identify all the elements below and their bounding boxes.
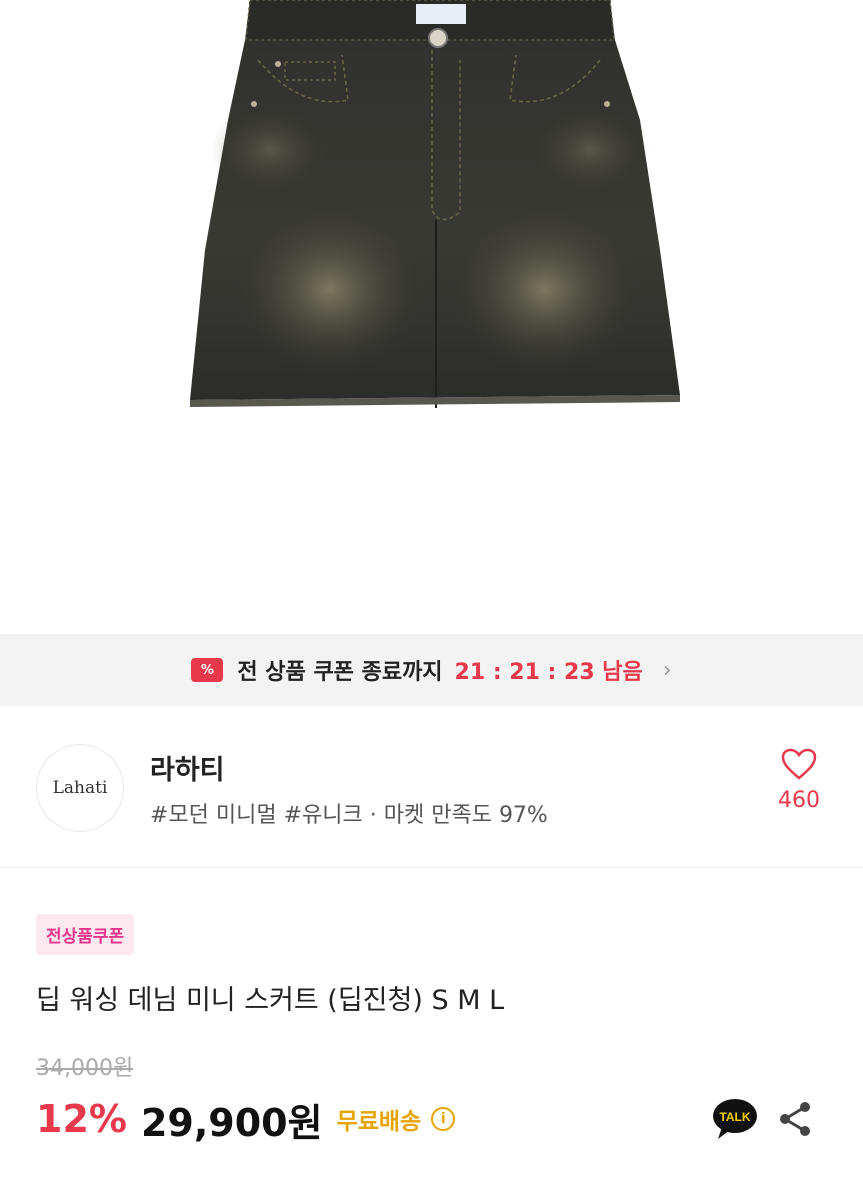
chevron-right-icon: ›: [662, 657, 672, 683]
info-icon[interactable]: i: [431, 1107, 456, 1131]
store-logo[interactable]: Lahati: [36, 744, 124, 832]
store-tags: #모던 미니멀 #유니크 · 마켓 만족도 97%: [150, 803, 548, 828]
store-logo-text: Lahati: [52, 778, 108, 798]
denim-skirt-illustration: [190, 0, 680, 408]
talk-label: TALK: [719, 1110, 750, 1124]
talk-bubble-icon: TALK: [713, 1099, 757, 1139]
like-count: 460: [778, 788, 820, 813]
coupon-badge: 전상품쿠폰: [36, 914, 135, 955]
heart-icon: [771, 748, 827, 780]
share-icon: [780, 1102, 810, 1136]
share-button[interactable]: [776, 1100, 814, 1138]
like-button[interactable]: 460: [771, 748, 827, 813]
sale-price: 29,900원: [140, 1100, 323, 1145]
store-name[interactable]: 라하티: [150, 748, 225, 787]
coupon-timer: 21 : 21 : 23 남음: [454, 660, 643, 685]
product-image[interactable]: [0, 0, 863, 634]
original-price: 34,000원: [36, 1056, 134, 1081]
kakao-talk-button[interactable]: TALK: [712, 1097, 758, 1141]
coupon-countdown-banner[interactable]: % 전 상품 쿠폰 종료까지 21 : 21 : 23 남음 ›: [0, 634, 863, 706]
price-row: 12% 29,900원 무료배송 i: [36, 1094, 456, 1145]
product-title: 딥 워싱 데님 미니 스커트 (딥진청) S M L: [36, 985, 505, 1016]
coupon-icon: %: [191, 658, 224, 682]
coupon-banner-label: 전 상품 쿠폰 종료까지: [237, 660, 443, 685]
free-shipping-label: 무료배송: [336, 1109, 422, 1135]
store-info-row[interactable]: Lahati 라하티 #모던 미니멀 #유니크 · 마켓 만족도 97% 460: [0, 706, 863, 868]
discount-rate: 12%: [36, 1097, 127, 1141]
